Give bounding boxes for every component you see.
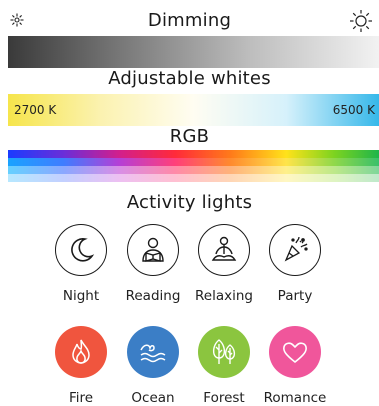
activity-reading[interactable]: Reading — [117, 224, 189, 304]
rgb-row-medium — [8, 158, 379, 166]
trees-icon — [198, 326, 250, 378]
activity-label: Party — [277, 288, 313, 304]
party-popper-icon — [269, 224, 321, 276]
activity-title: Activity lights — [126, 192, 253, 213]
activity-label: Reading — [125, 288, 181, 304]
activity-fire[interactable]: Fire — [45, 326, 117, 406]
flame-icon — [55, 326, 107, 378]
reading-icon — [127, 224, 179, 276]
rgb-title: RGB — [169, 126, 210, 147]
whites-max-label: 6500 K — [332, 103, 375, 117]
moon-icon — [55, 224, 107, 276]
dimming-title: Dimming — [147, 10, 232, 31]
activity-relaxing[interactable]: Relaxing — [188, 224, 260, 304]
rgb-row-saturated — [8, 150, 379, 158]
rgb-row-light — [8, 166, 379, 174]
white-temperature-slider[interactable] — [8, 94, 379, 126]
activity-ocean[interactable]: Ocean — [117, 326, 189, 406]
rgb-color-picker[interactable] — [8, 150, 379, 182]
activity-forest[interactable]: Forest — [188, 326, 260, 406]
waves-icon — [127, 326, 179, 378]
activity-party[interactable]: Party — [259, 224, 331, 304]
activity-romance[interactable]: Romance — [259, 326, 331, 406]
meditation-icon — [198, 224, 250, 276]
dimming-slider[interactable] — [8, 36, 379, 68]
rgb-row-pastel — [8, 174, 379, 182]
heart-icon — [269, 326, 321, 378]
activity-label: Night — [62, 288, 100, 304]
whites-title: Adjustable whites — [108, 68, 271, 89]
activity-label: Relaxing — [195, 288, 253, 304]
whites-min-label: 2700 K — [14, 103, 57, 117]
bright-sun-icon — [349, 9, 373, 33]
activity-night[interactable]: Night — [45, 224, 117, 304]
